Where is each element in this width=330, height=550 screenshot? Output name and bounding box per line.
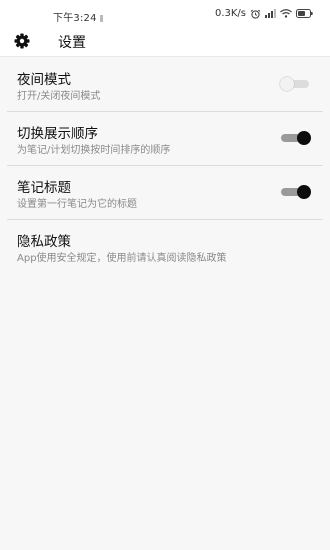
setting-note-title[interactable]: 笔记标题 设置第一行笔记为它的标题 bbox=[7, 166, 323, 220]
network-speed: 0.3K/s bbox=[214, 8, 246, 19]
toggle-knob bbox=[280, 77, 294, 91]
setting-title: 笔记标题 bbox=[17, 180, 71, 196]
alarm-icon bbox=[250, 9, 261, 19]
setting-description: App使用安全规定，使用前请认真阅读隐私政策 bbox=[17, 253, 227, 264]
setting-description: 为笔记/计划切换按时间排序的顺序 bbox=[17, 145, 171, 156]
wifi-icon bbox=[280, 9, 292, 18]
setting-night-mode[interactable]: 夜间模式 打开/关闭夜间模式 bbox=[7, 58, 323, 112]
status-right: 0.3K/s bbox=[215, 8, 313, 19]
display-order-toggle[interactable] bbox=[281, 131, 311, 145]
toggle-knob bbox=[297, 131, 311, 145]
page-title: 设置 bbox=[58, 35, 86, 51]
setting-description: 设置第一行笔记为它的标题 bbox=[17, 199, 137, 210]
setting-privacy-policy[interactable]: 隐私政策 App使用安全规定，使用前请认真阅读隐私政策 bbox=[7, 220, 323, 273]
setting-title: 夜间模式 bbox=[17, 72, 71, 88]
status-time: 下午3:24 bbox=[53, 9, 103, 24]
toolbar: 设置 bbox=[0, 26, 330, 57]
sim-icon bbox=[99, 15, 103, 22]
status-time-text: 下午3:24 bbox=[53, 13, 97, 24]
note-title-toggle[interactable] bbox=[281, 185, 311, 199]
setting-title: 隐私政策 bbox=[17, 234, 71, 250]
setting-description: 打开/关闭夜间模式 bbox=[17, 91, 101, 102]
setting-display-order[interactable]: 切换展示顺序 为笔记/计划切换按时间排序的顺序 bbox=[7, 112, 323, 166]
battery-icon bbox=[296, 9, 313, 18]
setting-title: 切换展示顺序 bbox=[17, 126, 98, 142]
signal-icon bbox=[265, 9, 276, 18]
settings-list: 夜间模式 打开/关闭夜间模式 切换展示顺序 为笔记/计划切换按时间排序的顺序 笔… bbox=[7, 58, 323, 273]
night-mode-toggle[interactable] bbox=[280, 77, 311, 91]
status-bar: 下午3:24 0.3K/s bbox=[0, 0, 330, 26]
gear-icon[interactable] bbox=[14, 33, 30, 49]
toggle-knob bbox=[297, 185, 311, 199]
